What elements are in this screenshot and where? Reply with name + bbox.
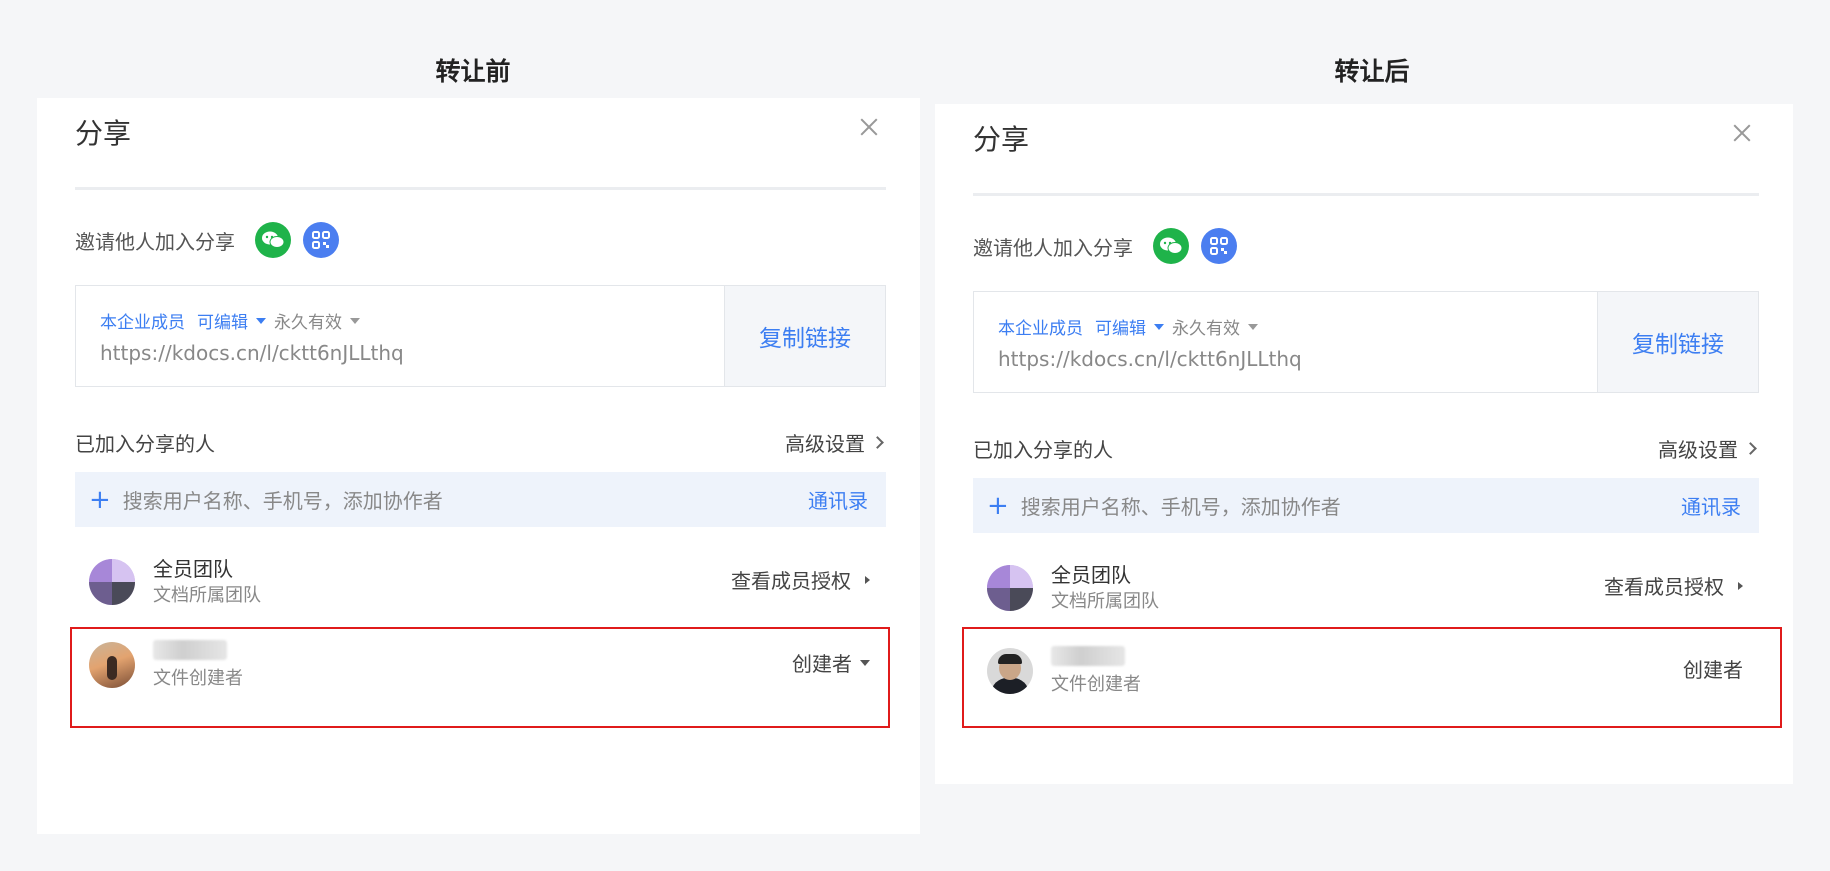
copy-link-button[interactable]: 复制链接 — [1597, 292, 1758, 392]
permission-label: 可编辑 — [1095, 319, 1146, 339]
close-icon[interactable] — [858, 116, 880, 138]
expiry-label: 永久有效 — [274, 313, 342, 333]
highlight-box-after — [962, 627, 1782, 728]
add-collaborator-search[interactable]: + 搜索用户名称、手机号，添加协作者 通讯录 — [973, 478, 1759, 533]
member-name: 全员团队 — [153, 557, 233, 581]
highlight-box-before — [70, 627, 890, 728]
chevron-right-icon — [1744, 442, 1757, 455]
avatar — [89, 559, 135, 605]
member-subtitle: 文档所属团队 — [1051, 591, 1159, 612]
caret-down-icon — [1248, 323, 1258, 330]
invite-label: 邀请他人加入分享 — [75, 229, 235, 254]
member-row-team: 全员团队 文档所属团队 查看成员授权 — [973, 549, 1759, 623]
caret-down-icon — [256, 317, 266, 324]
view-member-permissions-button[interactable]: 查看成员授权 — [1604, 571, 1743, 600]
caption-before: 转让前 — [435, 57, 511, 86]
member-row-team: 全员团队 文档所属团队 查看成员授权 — [75, 543, 886, 617]
close-icon[interactable] — [1731, 122, 1753, 144]
chevron-right-icon — [1738, 581, 1743, 590]
plus-icon: + — [89, 484, 111, 515]
invite-row: 邀请他人加入分享 — [973, 228, 1237, 264]
permission-label: 可编辑 — [197, 313, 248, 333]
dialog-title: 分享 — [75, 117, 132, 150]
share-link-box: 本企业成员 可编辑 永久有效 https://kdocs.cn/l/cktt6n… — [973, 291, 1759, 393]
caret-down-icon — [350, 317, 360, 324]
contacts-link[interactable]: 通讯录 — [808, 485, 868, 514]
contacts-link[interactable]: 通讯录 — [1681, 491, 1741, 520]
share-url[interactable]: https://kdocs.cn/l/cktt6nJLLthq — [100, 341, 404, 365]
permission-selector[interactable]: 可编辑 — [1095, 314, 1164, 339]
invite-row: 邀请他人加入分享 — [75, 222, 339, 258]
divider — [973, 193, 1759, 196]
wechat-icon[interactable] — [1153, 228, 1189, 264]
action-label: 查看成员授权 — [1604, 575, 1724, 599]
advanced-settings-link[interactable]: 高级设置 — [1658, 434, 1757, 463]
scope-selector[interactable]: 本企业成员 — [998, 314, 1083, 339]
avatar — [987, 565, 1033, 611]
search-placeholder: 搜索用户名称、手机号，添加协作者 — [122, 489, 443, 513]
wechat-icon[interactable] — [255, 222, 291, 258]
member-name: 全员团队 — [1051, 563, 1131, 587]
members-label: 已加入分享的人 — [973, 438, 1113, 462]
expiry-label: 永久有效 — [1172, 319, 1240, 339]
share-url[interactable]: https://kdocs.cn/l/cktt6nJLLthq — [998, 347, 1302, 371]
action-label: 查看成员授权 — [731, 569, 851, 593]
qrcode-icon[interactable] — [1201, 228, 1237, 264]
member-subtitle: 文档所属团队 — [153, 585, 261, 606]
divider — [75, 187, 886, 190]
invite-label: 邀请他人加入分享 — [973, 235, 1133, 260]
caption-after: 转让后 — [1334, 57, 1410, 86]
dialog-title: 分享 — [973, 123, 1030, 156]
advanced-settings-label: 高级设置 — [1658, 438, 1738, 462]
qrcode-icon[interactable] — [303, 222, 339, 258]
share-link-box: 本企业成员 可编辑 永久有效 https://kdocs.cn/l/cktt6n… — [75, 285, 886, 387]
chevron-right-icon — [871, 436, 884, 449]
members-label: 已加入分享的人 — [75, 432, 215, 456]
permission-selector[interactable]: 可编辑 — [197, 308, 266, 333]
copy-link-button[interactable]: 复制链接 — [724, 286, 885, 386]
search-placeholder: 搜索用户名称、手机号，添加协作者 — [1020, 495, 1341, 519]
caret-down-icon — [1154, 323, 1164, 330]
scope-selector[interactable]: 本企业成员 — [100, 308, 185, 333]
advanced-settings-link[interactable]: 高级设置 — [785, 428, 884, 457]
expiry-selector[interactable]: 永久有效 — [274, 308, 360, 333]
view-member-permissions-button[interactable]: 查看成员授权 — [731, 565, 870, 594]
plus-icon: + — [987, 490, 1009, 521]
add-collaborator-search[interactable]: + 搜索用户名称、手机号，添加协作者 通讯录 — [75, 472, 886, 527]
expiry-selector[interactable]: 永久有效 — [1172, 314, 1258, 339]
chevron-right-icon — [865, 575, 870, 584]
advanced-settings-label: 高级设置 — [785, 432, 865, 456]
